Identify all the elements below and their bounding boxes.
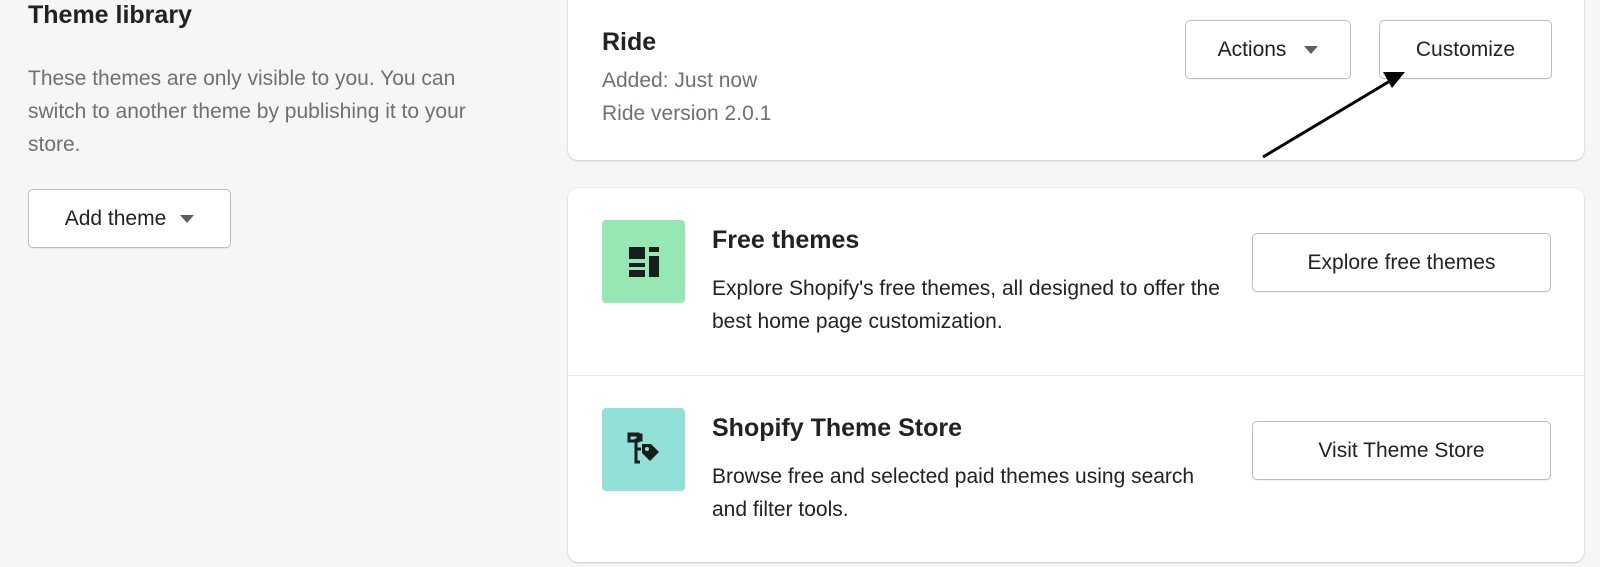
caret-down-icon [180, 214, 195, 223]
free-themes-description: Explore Shopify's free themes, all desig… [712, 277, 1220, 333]
layout-blocks-icon [628, 246, 659, 277]
section-description: These themes are only visible to you. Yo… [28, 67, 466, 156]
add-theme-label: Add theme [64, 206, 167, 230]
theme-name: Ride [602, 28, 657, 56]
free-themes-tile [602, 220, 685, 303]
section-title: Theme library [28, 1, 192, 29]
theme-library-section: Theme library These themes are only visi… [28, 0, 498, 248]
actions-button[interactable]: Actions [1185, 20, 1351, 79]
theme-version: Ride version 2.0.1 [602, 102, 772, 125]
explore-free-themes-label: Explore free themes [1307, 250, 1496, 274]
theme-library-page: Theme library These themes are only visi… [0, 0, 1600, 567]
theme-card: Ride Added: Just now Ride version 2.0.1 … [568, 0, 1584, 160]
actions-label: Actions [1217, 37, 1287, 61]
theme-meta: Added: Just now Ride version 2.0.1 [602, 64, 771, 130]
caret-down-icon [1304, 45, 1319, 54]
add-theme-button[interactable]: Add theme [28, 189, 231, 248]
theme-store-title: Shopify Theme Store [712, 414, 963, 442]
theme-store-row: Shopify Theme Store Browse free and sele… [568, 375, 1584, 562]
visit-theme-store-label: Visit Theme Store [1318, 438, 1485, 462]
explore-themes-card: Free themes Explore Shopify's free theme… [568, 188, 1584, 562]
theme-store-description: Browse free and selected paid themes usi… [712, 465, 1195, 521]
customize-label: Customize [1415, 37, 1516, 61]
free-themes-row: Free themes Explore Shopify's free theme… [568, 188, 1584, 375]
store-tag-icon [627, 432, 659, 463]
customize-button[interactable]: Customize [1379, 20, 1552, 79]
visit-theme-store-button[interactable]: Visit Theme Store [1252, 421, 1551, 480]
theme-added: Added: Just now [602, 69, 758, 92]
free-themes-title: Free themes [712, 226, 860, 254]
theme-store-tile [602, 408, 685, 491]
explore-free-themes-button[interactable]: Explore free themes [1252, 233, 1551, 292]
